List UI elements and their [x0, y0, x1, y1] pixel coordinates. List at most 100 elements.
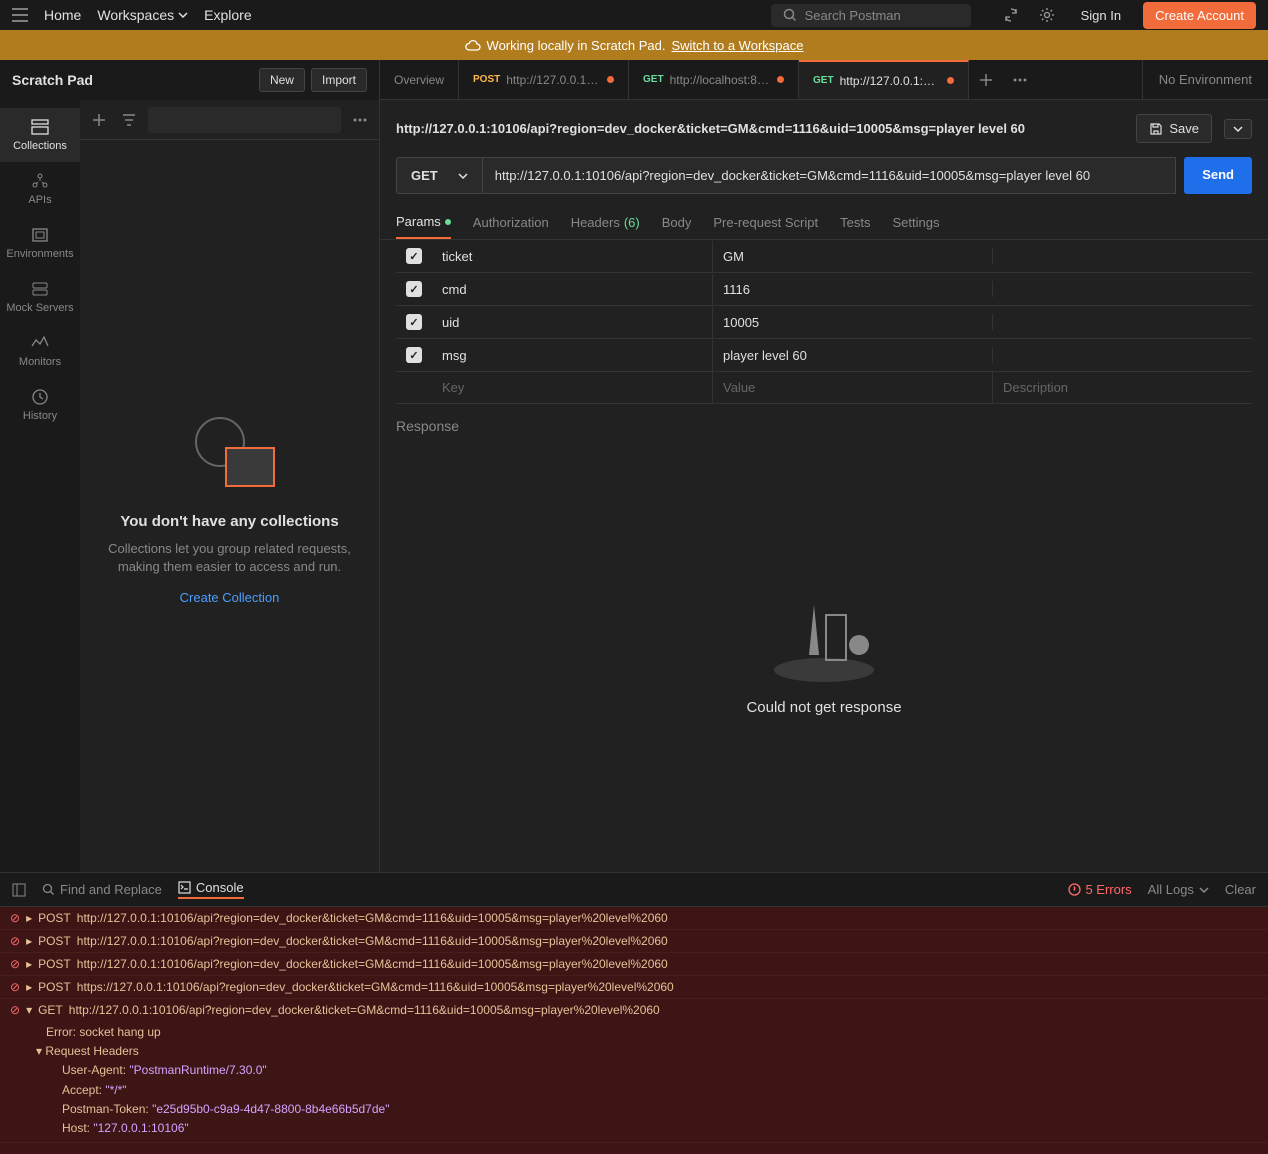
clear-button[interactable]: Clear — [1225, 882, 1256, 897]
search-icon — [42, 883, 55, 896]
param-description[interactable] — [992, 248, 1252, 264]
more-icon[interactable] — [349, 114, 371, 126]
param-key-placeholder[interactable]: Key — [432, 372, 712, 403]
param-value[interactable]: GM — [712, 241, 992, 272]
new-tab-button[interactable] — [969, 60, 1003, 99]
footer-right: 5 Errors All Logs Clear — [1068, 882, 1256, 897]
add-icon[interactable] — [88, 109, 110, 131]
panel-toggle-icon[interactable] — [12, 883, 26, 897]
search-placeholder: Search Postman — [805, 8, 901, 23]
filter-icon[interactable] — [118, 109, 140, 131]
params-table: ✓ ticket GM ✓ cmd 1116 ✓ uid 10005 ✓ msg… — [380, 240, 1268, 404]
param-value-placeholder[interactable]: Value — [712, 372, 992, 403]
tab-params[interactable]: Params — [396, 206, 451, 239]
nav-explore[interactable]: Explore — [204, 7, 251, 23]
send-button[interactable]: Send — [1184, 157, 1252, 194]
param-key[interactable]: cmd — [432, 274, 712, 305]
expand-caret[interactable]: ▸ — [26, 957, 32, 971]
param-value[interactable]: 1116 — [712, 274, 992, 305]
param-description[interactable] — [992, 347, 1252, 363]
rocket-illustration — [764, 585, 884, 685]
menu-icon[interactable] — [12, 8, 28, 22]
tab-headers[interactable]: Headers (6) — [571, 206, 640, 239]
param-value[interactable]: player level 60 — [712, 340, 992, 371]
tab-request-active[interactable]: GEThttp://127.0.0.1:10106, — [799, 60, 969, 99]
log-row[interactable]: ⊘▸ POST http://127.0.0.1:10106/api?regio… — [0, 930, 1268, 953]
tab-tests[interactable]: Tests — [840, 206, 870, 239]
sidebar-label: APIs — [28, 194, 51, 206]
tab-body[interactable]: Body — [662, 206, 692, 239]
url-input[interactable]: http://127.0.0.1:10106/api?region=dev_do… — [482, 157, 1176, 194]
log-row-expanded[interactable]: ⊘▾ GET http://127.0.0.1:10106/api?region… — [0, 999, 1268, 1143]
new-button[interactable]: New — [259, 68, 305, 92]
sync-icon[interactable] — [999, 3, 1023, 27]
param-checkbox[interactable]: ✓ — [406, 281, 422, 297]
log-detail: Error: socket hang up ▾ Request Headers … — [10, 1023, 1258, 1138]
find-replace-button[interactable]: Find and Replace — [42, 882, 162, 897]
param-checkbox[interactable]: ✓ — [406, 314, 422, 330]
tab-pre-request[interactable]: Pre-request Script — [713, 206, 818, 239]
all-logs-filter[interactable]: All Logs — [1148, 882, 1209, 897]
sidebar-item-apis[interactable]: APIs — [0, 162, 80, 216]
tab-more-icon[interactable] — [1003, 60, 1037, 99]
create-account-button[interactable]: Create Account — [1143, 2, 1256, 29]
collections-icon — [30, 118, 50, 136]
param-value[interactable]: 10005 — [712, 307, 992, 338]
param-description[interactable] — [992, 314, 1252, 330]
tab-authorization[interactable]: Authorization — [473, 206, 549, 239]
tab-settings[interactable]: Settings — [892, 206, 939, 239]
log-row[interactable]: ⊘▸ POST http://127.0.0.1:10106/api?regio… — [0, 953, 1268, 976]
request-title: http://127.0.0.1:10106/api?region=dev_do… — [396, 121, 1124, 136]
save-dropdown[interactable] — [1224, 119, 1252, 139]
left-column: Scratch Pad New Import Collections APIs … — [0, 60, 380, 872]
error-icon — [1068, 883, 1081, 896]
sidebar-label: Collections — [13, 140, 67, 152]
request-tabs: Overview POSThttp://127.0.0.1:10106 GETh… — [380, 60, 1268, 100]
empty-description: Collections let you group related reques… — [100, 540, 359, 576]
param-checkbox[interactable]: ✓ — [406, 347, 422, 363]
sidebar-item-history[interactable]: History — [0, 378, 80, 432]
environment-selector[interactable]: No Environment — [1142, 60, 1268, 99]
console-icon — [178, 881, 191, 894]
error-icon: ⊘ — [10, 957, 20, 971]
log-row[interactable]: ⊘▸ POST http://127.0.0.1:10106/api?regio… — [0, 907, 1268, 930]
log-row[interactable]: ⊘▸ POST https://127.0.0.1:10106/api?regi… — [0, 976, 1268, 999]
param-key[interactable]: uid — [432, 307, 712, 338]
sidebar-item-monitors[interactable]: Monitors — [0, 324, 80, 378]
expand-caret[interactable]: ▸ — [26, 911, 32, 925]
response-empty: Could not get response — [396, 442, 1252, 858]
save-button[interactable]: Save — [1136, 114, 1212, 143]
save-icon — [1149, 122, 1163, 136]
method-selector[interactable]: GET — [396, 157, 482, 194]
nav-workspaces[interactable]: Workspaces — [97, 7, 188, 23]
signin-button[interactable]: Sign In — [1071, 4, 1131, 27]
tab-overview[interactable]: Overview — [380, 60, 459, 99]
param-description[interactable] — [992, 281, 1252, 297]
sidebar-item-environments[interactable]: Environments — [0, 216, 80, 270]
switch-workspace-link[interactable]: Switch to a Workspace — [671, 38, 803, 53]
expand-caret[interactable]: ▸ — [26, 980, 32, 994]
expand-caret[interactable]: ▸ — [26, 934, 32, 948]
error-count[interactable]: 5 Errors — [1068, 882, 1131, 897]
sidebar-label: Environments — [6, 248, 73, 260]
search-input[interactable]: Search Postman — [771, 4, 971, 27]
footer-panel: Find and Replace Console 5 Errors All Lo… — [0, 872, 1268, 1154]
nav-home[interactable]: Home — [44, 7, 81, 23]
tab-request[interactable]: GEThttp://localhost:8081/ — [629, 60, 799, 99]
param-checkbox[interactable]: ✓ — [406, 248, 422, 264]
collapse-caret[interactable]: ▾ — [26, 1003, 32, 1017]
param-key[interactable]: msg — [432, 340, 712, 371]
sidebar-item-collections[interactable]: Collections — [0, 108, 80, 162]
param-desc-placeholder[interactable]: Description — [992, 372, 1252, 403]
param-key[interactable]: ticket — [432, 241, 712, 272]
create-collection-link[interactable]: Create Collection — [180, 590, 280, 605]
collections-toolbar — [80, 100, 379, 140]
import-button[interactable]: Import — [311, 68, 367, 92]
console-button[interactable]: Console — [178, 880, 244, 899]
banner-text: Working locally in Scratch Pad. — [487, 38, 666, 53]
tab-request[interactable]: POSThttp://127.0.0.1:10106 — [459, 60, 629, 99]
filter-input[interactable] — [148, 107, 341, 133]
sidebar-item-mock-servers[interactable]: Mock Servers — [0, 270, 80, 324]
sidebar-label: History — [23, 410, 57, 422]
settings-icon[interactable] — [1035, 3, 1059, 27]
